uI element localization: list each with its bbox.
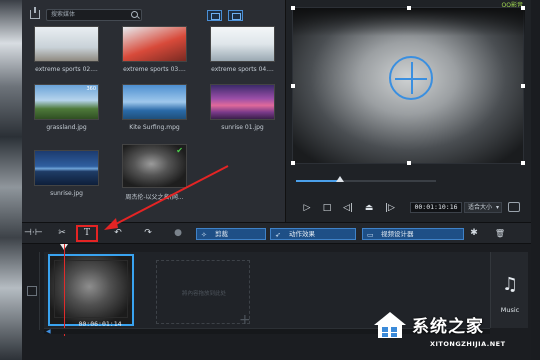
- wand-icon: ✧: [201, 231, 207, 239]
- media-thumbnail: [122, 84, 187, 120]
- clip-duration: 00:06:01:14: [78, 320, 122, 328]
- video-designer-button[interactable]: ▭ 视频设计器: [362, 228, 464, 240]
- track-manager-icon[interactable]: ⊣·⊢: [24, 226, 43, 241]
- redo-icon[interactable]: ↷: [140, 226, 156, 241]
- window-edge: [531, 0, 540, 360]
- undo-icon[interactable]: ↶: [110, 226, 126, 241]
- snapshot-icon[interactable]: [508, 202, 520, 212]
- search-icon[interactable]: [131, 11, 138, 18]
- resize-handle[interactable]: [291, 161, 295, 165]
- media-item[interactable]: 360 grassland.jpg: [34, 84, 99, 131]
- plus-icon: +: [239, 312, 251, 328]
- desktop-background-strip: [0, 0, 22, 360]
- video-shadow: [293, 8, 525, 36]
- clip-frame: [54, 260, 128, 318]
- seek-handle[interactable]: [336, 176, 344, 182]
- watermark-url: XITONGZHIJIA.NET: [430, 340, 506, 348]
- search-input[interactable]: 搜索媒体: [46, 9, 142, 21]
- media-item[interactable]: sunrise.jpg: [34, 150, 99, 197]
- delete-icon[interactable]: 🗑: [492, 226, 508, 241]
- media-toolbar: 搜索媒体: [22, 6, 286, 24]
- preview-panel: QQ影音 ▷ □ ◁| ⏏ |▷ 00:01:10:16 适合大小: [286, 0, 531, 222]
- media-item[interactable]: sunrise 01.jpg: [210, 84, 275, 131]
- resize-handle[interactable]: [521, 84, 525, 88]
- media-library-panel: 搜索媒体 extreme sports 02.... extreme sport…: [22, 0, 293, 222]
- media-item-label: extreme sports 03....: [123, 66, 186, 73]
- media-thumbnail: [34, 26, 99, 62]
- resize-handle[interactable]: [291, 6, 295, 10]
- seek-progress: [296, 180, 340, 182]
- record-icon[interactable]: ●: [170, 226, 186, 241]
- media-item[interactable]: extreme sports 02....: [34, 26, 99, 73]
- resize-handle[interactable]: [521, 6, 525, 10]
- move-crosshair-icon[interactable]: [389, 56, 433, 100]
- search-placeholder: 搜索媒体: [51, 11, 76, 18]
- drop-zone[interactable]: 將內容拖放到此处 +: [156, 260, 251, 328]
- media-thumbnail: [34, 150, 99, 186]
- watermark-text: 系统之家: [412, 317, 484, 337]
- stop-button[interactable]: □: [320, 201, 334, 215]
- resize-handle[interactable]: [521, 161, 525, 165]
- timeline-toolbar: ⊣·⊢ ✂ T ↶ ↷ ● ✧ 剪裁 ➶ 动作效果 ▭ 视频设计器 ✱ 🗑: [22, 222, 531, 244]
- media-thumbnail: [210, 26, 275, 62]
- media-item-label: sunrise.jpg: [50, 190, 83, 197]
- media-item[interactable]: extreme sports 04....: [210, 26, 275, 73]
- seek-bar[interactable]: [296, 176, 436, 182]
- details-view-button[interactable]: [228, 10, 243, 21]
- zoom-fit-select[interactable]: 适合大小: [464, 202, 502, 213]
- resize-handle[interactable]: [291, 84, 295, 88]
- video-designer-label: 视频设计器: [381, 230, 414, 238]
- house-logo-icon: [374, 312, 406, 338]
- previous-frame-button[interactable]: ◁|: [340, 201, 356, 215]
- settings-icon[interactable]: ✱: [466, 226, 482, 241]
- annotation-highlight: [76, 225, 98, 242]
- video-preview[interactable]: [291, 6, 525, 165]
- resize-handle[interactable]: [407, 161, 411, 165]
- scroll-left-icon[interactable]: ◀: [46, 329, 51, 335]
- split-button[interactable]: ⏏: [362, 201, 376, 215]
- motion-icon: ➶: [275, 231, 281, 239]
- media-item-label: extreme sports 02....: [35, 66, 98, 73]
- media-item[interactable]: Kite Surfing.mpg: [122, 84, 187, 131]
- media-item-label: extreme sports 04....: [211, 66, 274, 73]
- resize-handle[interactable]: [407, 6, 411, 10]
- timecode-display[interactable]: 00:01:10:16: [410, 202, 462, 213]
- watermark: 系统之家 XITONGZHIJIA.NET: [372, 308, 532, 354]
- drop-hint: 將內容拖放到此处: [181, 291, 226, 297]
- media-item-label: sunrise 01.jpg: [221, 124, 264, 131]
- motion-effect-label: 动作效果: [289, 230, 315, 238]
- media-thumbnail: [122, 26, 187, 62]
- music-note-icon: ♫: [502, 274, 519, 295]
- trim-button[interactable]: ✧ 剪裁: [196, 228, 266, 240]
- film-icon: ▭: [367, 231, 374, 239]
- import-media-icon[interactable]: [30, 7, 40, 19]
- checkmark-icon: ✔: [176, 146, 183, 155]
- media-item-label: Kite Surfing.mpg: [129, 124, 180, 131]
- timeline-clip[interactable]: [48, 254, 134, 326]
- media-item[interactable]: extreme sports 03....: [122, 26, 187, 73]
- media-grid: extreme sports 02.... extreme sports 03.…: [34, 26, 275, 216]
- media-item-label: 周杰伦-以父之名(网...: [125, 194, 184, 201]
- trim-button-label: 剪裁: [215, 230, 228, 238]
- cut-icon[interactable]: ✂: [54, 226, 70, 241]
- thumbnail-view-button[interactable]: [207, 10, 222, 21]
- media-item[interactable]: ✔ 周杰伦-以父之名(网...: [122, 144, 187, 201]
- 360-badge: 360: [86, 86, 96, 92]
- media-item-label: grassland.jpg: [46, 124, 87, 131]
- media-thumbnail: [210, 84, 275, 120]
- media-thumbnail: ✔: [122, 144, 187, 188]
- playhead-line[interactable]: [64, 244, 65, 336]
- media-thumbnail: 360: [34, 84, 99, 120]
- next-frame-button[interactable]: |▷: [382, 201, 398, 215]
- play-button[interactable]: ▷: [300, 201, 314, 215]
- motion-effect-button[interactable]: ➶ 动作效果: [270, 228, 356, 240]
- track-header: [22, 252, 40, 330]
